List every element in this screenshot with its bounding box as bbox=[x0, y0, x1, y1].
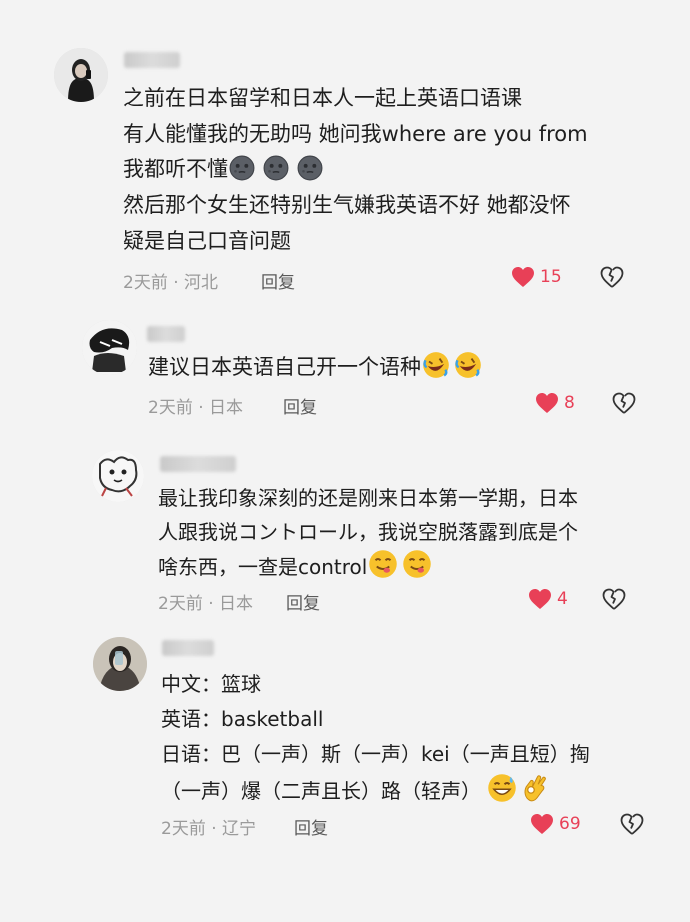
dislike-button[interactable] bbox=[602, 588, 626, 614]
comment-text-line: 有人能懂我的无助吗 她问我where are you from bbox=[123, 122, 588, 146]
comment-meta: 2天前 · 日本 bbox=[148, 398, 244, 418]
comment-text-segment: 啥东西，一查是control bbox=[158, 555, 368, 579]
comment-text-segment: 我都听不懂 bbox=[123, 157, 228, 181]
username[interactable] bbox=[124, 52, 180, 68]
like-count: 8 bbox=[564, 393, 575, 413]
broken-heart-icon bbox=[600, 266, 624, 288]
broken-heart-icon bbox=[602, 588, 626, 610]
like-count: 4 bbox=[557, 589, 568, 609]
broken-heart-icon bbox=[620, 813, 644, 835]
like-button[interactable]: 4 bbox=[528, 588, 568, 610]
grinning-sweat-emoji bbox=[487, 773, 517, 803]
like-count: 69 bbox=[559, 814, 581, 834]
comment-text-line: 啥东西，一查是control bbox=[158, 549, 432, 585]
comment-meta: 2天前 · 日本 bbox=[158, 594, 254, 614]
like-button[interactable]: 15 bbox=[511, 266, 562, 288]
comment-text-segment: （一声）爆（二声且长）路（轻声） bbox=[161, 779, 481, 803]
comment-text-line: 疑是自己口音问题 bbox=[123, 229, 291, 253]
avatar[interactable] bbox=[92, 450, 144, 502]
rofl-emoji bbox=[422, 351, 450, 379]
dislike-button[interactable] bbox=[620, 813, 644, 839]
comment-meta: 2天前 · 辽宁 bbox=[161, 819, 257, 839]
avatar[interactable] bbox=[93, 637, 147, 691]
dislike-button[interactable] bbox=[612, 392, 636, 418]
comment-meta: 2天前 · 河北 bbox=[123, 273, 219, 293]
heart-icon bbox=[535, 392, 559, 414]
comment-text-line: 最让我印象深刻的还是刚来日本第一学期，日本 bbox=[158, 486, 578, 510]
heart-icon bbox=[528, 588, 552, 610]
comment-text-line: 然后那个女生还特别生气嫌我英语不好 她都没怀 bbox=[123, 193, 571, 217]
dislike-button[interactable] bbox=[600, 266, 624, 292]
comment-text-line: 人跟我说コントロール，我说空脱落露到底是个 bbox=[158, 520, 578, 544]
avatar[interactable] bbox=[54, 48, 108, 102]
like-button[interactable]: 69 bbox=[530, 813, 581, 835]
username[interactable] bbox=[160, 456, 236, 472]
comment-text-line: 之前在日本留学和日本人一起上英语口语课 bbox=[123, 86, 522, 110]
comment-text-segment: 建议日本英语自己开一个语种 bbox=[148, 355, 421, 379]
like-count: 15 bbox=[540, 267, 562, 287]
username[interactable] bbox=[147, 326, 185, 342]
savoring-face-emoji bbox=[402, 549, 432, 579]
heart-icon bbox=[511, 266, 535, 288]
rofl-emoji bbox=[454, 351, 482, 379]
username[interactable] bbox=[162, 640, 214, 656]
dark-moon-face-emoji bbox=[229, 155, 255, 181]
reply-button[interactable]: 回复 bbox=[294, 814, 328, 839]
heart-icon bbox=[530, 813, 554, 835]
comment-text-line: （一声）爆（二声且长）路（轻声） bbox=[161, 773, 550, 809]
comment-text-line: 中文：篮球 bbox=[161, 672, 261, 696]
ok-hand-emoji bbox=[520, 773, 550, 803]
comment-text-line: 英语：basketball bbox=[161, 707, 324, 731]
comment-text-line: 我都听不懂 bbox=[123, 151, 323, 187]
savoring-face-emoji bbox=[368, 549, 398, 579]
broken-heart-icon bbox=[612, 392, 636, 414]
reply-button[interactable]: 回复 bbox=[283, 393, 317, 418]
comment-text-line: 日语：巴（一声）斯（一声）kei（一声且短）掏 bbox=[161, 742, 590, 766]
reply-button[interactable]: 回复 bbox=[261, 268, 295, 293]
reply-button[interactable]: 回复 bbox=[286, 589, 320, 614]
dark-moon-face-emoji bbox=[297, 155, 323, 181]
like-button[interactable]: 8 bbox=[535, 392, 575, 414]
dark-moon-face-emoji bbox=[263, 155, 289, 181]
comment-text-line: 建议日本英语自己开一个语种 bbox=[148, 349, 482, 385]
avatar[interactable] bbox=[82, 320, 137, 375]
